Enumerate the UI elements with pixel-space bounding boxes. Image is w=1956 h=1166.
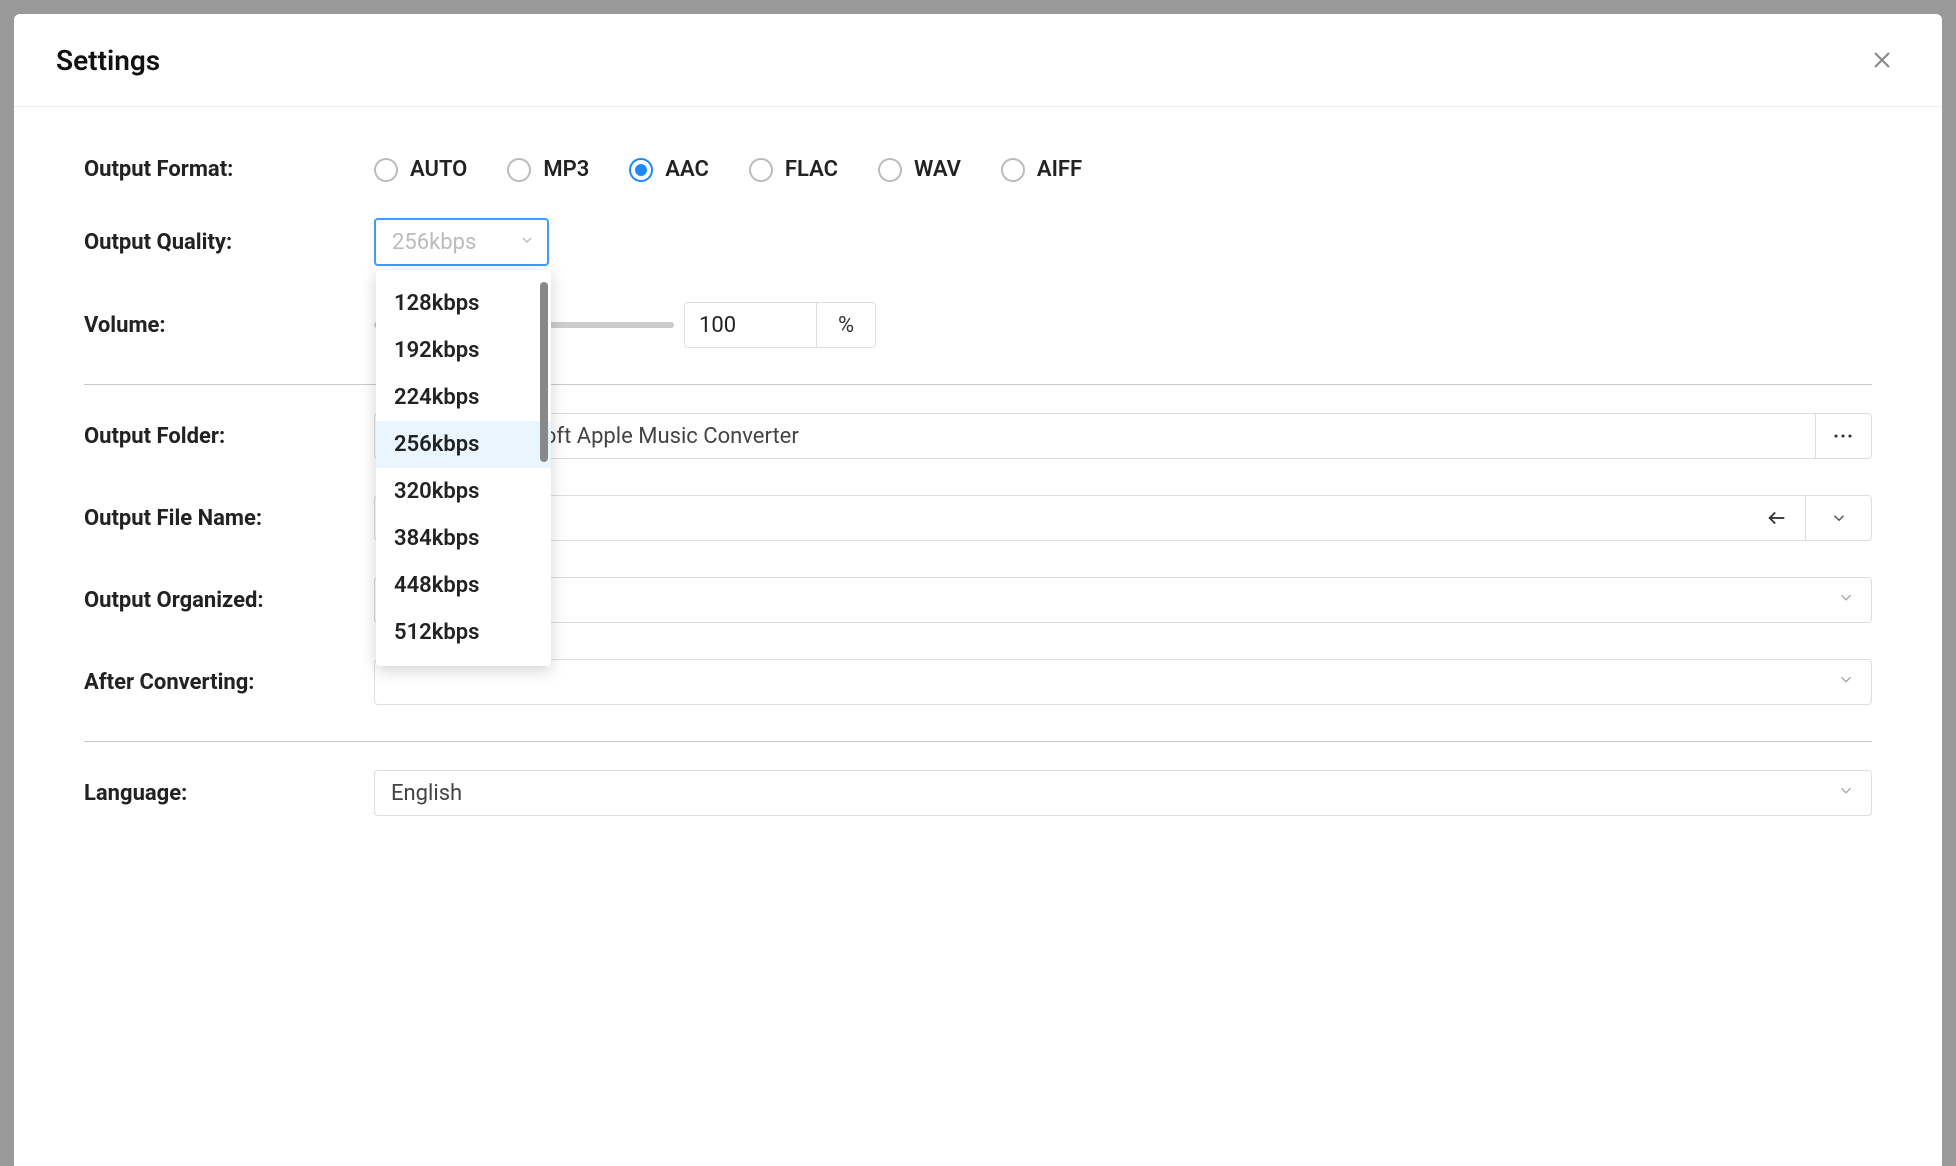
label-language: Language: (84, 781, 374, 806)
after-converting-controls (374, 659, 1872, 705)
label-volume: Volume: (84, 313, 374, 338)
radio-icon (749, 158, 773, 182)
close-button[interactable] (1864, 42, 1900, 78)
label-output-format: Output Format: (84, 157, 374, 182)
radio-mp3[interactable]: MP3 (507, 157, 589, 182)
filename-back-button[interactable] (1749, 496, 1805, 540)
arrow-left-icon (1766, 507, 1788, 529)
quality-option-224[interactable]: 224kbps (376, 374, 551, 421)
settings-modal: Settings Output Format: AUTO MP3 AAC (14, 14, 1942, 1166)
filename-dropdown-button[interactable] (1805, 496, 1871, 540)
label-output-folder: Output Folder: (84, 424, 374, 449)
volume-controls: 100 % (374, 302, 1872, 348)
row-output-format: Output Format: AUTO MP3 AAC FLAC (84, 157, 1872, 182)
quality-option-512[interactable]: 512kbps (376, 609, 551, 656)
output-organized-select[interactable] (374, 577, 1872, 623)
quality-option-320[interactable]: 320kbps (376, 468, 551, 515)
output-quality-value: 256kbps (392, 230, 476, 255)
label-after-converting: After Converting: (84, 670, 374, 695)
after-converting-select[interactable] (374, 659, 1872, 705)
language-value: English (391, 781, 462, 806)
label-output-organized: Output Organized: (84, 588, 374, 613)
row-language: Language: English (84, 770, 1872, 816)
label-output-filename: Output File Name: (84, 506, 374, 531)
output-filename-controls (374, 495, 1872, 541)
radio-icon (629, 158, 653, 182)
modal-body: Output Format: AUTO MP3 AAC FLAC (14, 107, 1942, 1166)
radio-auto[interactable]: AUTO (374, 157, 467, 182)
output-quality-select[interactable]: 256kbps 128kbps 192kbps 224kbps 256kbps … (374, 218, 549, 266)
language-select[interactable]: English (374, 770, 1872, 816)
radio-icon (1001, 158, 1025, 182)
modal-header: Settings (14, 14, 1942, 107)
row-volume: Volume: 100 % (84, 302, 1872, 348)
output-folder-path[interactable]: cuments/Ukeysoft Apple Music Converter (375, 414, 1815, 458)
quality-option-448[interactable]: 448kbps (376, 562, 551, 609)
quality-option-384[interactable]: 384kbps (376, 515, 551, 562)
output-quality-controls: 256kbps 128kbps 192kbps 224kbps 256kbps … (374, 218, 1872, 266)
divider (84, 384, 1872, 385)
radio-icon (878, 158, 902, 182)
radio-wav[interactable]: WAV (878, 157, 961, 182)
row-output-quality: Output Quality: 256kbps 128kbps 192kbps … (84, 218, 1872, 266)
browse-folder-button[interactable]: ··· (1815, 414, 1871, 458)
radio-label: WAV (914, 157, 961, 182)
radio-label: AUTO (410, 157, 467, 182)
dropdown-scrollbar[interactable] (540, 282, 548, 462)
volume-input[interactable]: 100 (684, 302, 816, 348)
divider (84, 741, 1872, 742)
row-output-organized: Output Organized: (84, 577, 1872, 623)
output-folder-controls: cuments/Ukeysoft Apple Music Converter ·… (374, 413, 1872, 459)
chevron-down-icon (519, 232, 535, 252)
radio-label: FLAC (785, 157, 838, 182)
volume-unit: % (816, 302, 876, 348)
row-after-converting: After Converting: (84, 659, 1872, 705)
language-controls: English (374, 770, 1872, 816)
chevron-down-icon (1837, 670, 1855, 695)
output-filename-box (374, 495, 1872, 541)
radio-label: MP3 (543, 157, 589, 182)
output-quality-dropdown: 128kbps 192kbps 224kbps 256kbps 320kbps … (376, 270, 551, 666)
chevron-down-icon (1830, 509, 1848, 527)
chevron-down-icon (1837, 781, 1855, 806)
close-icon (1870, 48, 1894, 72)
modal-title: Settings (56, 44, 160, 77)
radio-icon (507, 158, 531, 182)
quality-option-128[interactable]: 128kbps (376, 280, 551, 327)
row-output-folder: Output Folder: cuments/Ukeysoft Apple Mu… (84, 413, 1872, 459)
radio-aiff[interactable]: AIFF (1001, 157, 1082, 182)
output-organized-controls (374, 577, 1872, 623)
output-filename-input[interactable] (375, 496, 1749, 540)
output-folder-box: cuments/Ukeysoft Apple Music Converter ·… (374, 413, 1872, 459)
label-output-quality: Output Quality: (84, 230, 374, 255)
radio-icon (374, 158, 398, 182)
radio-aac[interactable]: AAC (629, 157, 709, 182)
row-output-filename: Output File Name: (84, 495, 1872, 541)
quality-option-256[interactable]: 256kbps (376, 421, 551, 468)
radio-flac[interactable]: FLAC (749, 157, 838, 182)
output-format-group: AUTO MP3 AAC FLAC WAV (374, 157, 1872, 182)
quality-option-192[interactable]: 192kbps (376, 327, 551, 374)
radio-label: AAC (665, 157, 709, 182)
chevron-down-icon (1837, 588, 1855, 613)
radio-label: AIFF (1037, 157, 1082, 182)
